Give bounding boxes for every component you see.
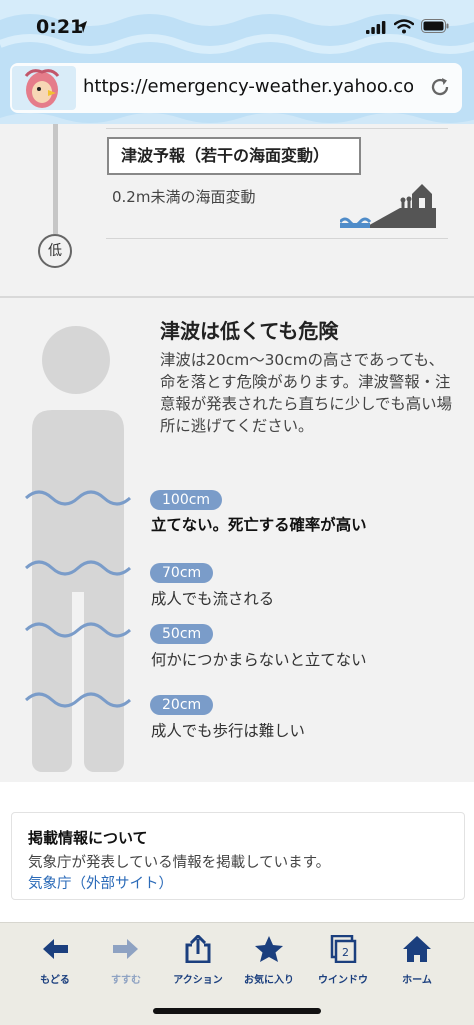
home-button[interactable]: ホーム xyxy=(377,935,457,986)
star-icon xyxy=(255,936,283,962)
back-arrow-icon xyxy=(43,939,68,959)
height-badge: 100cm xyxy=(150,490,223,510)
tsunami-level-section: 津波予報（若干の海面変動） 0.2m未満の海面変動 低 xyxy=(0,124,474,296)
cellular-signal-icon xyxy=(366,21,386,34)
height-badge: 20cm xyxy=(150,695,214,715)
forecast-category-box: 津波予報（若干の海面変動） xyxy=(107,137,361,175)
height-effect-label: 立てない。死亡する確率が高い xyxy=(151,516,367,534)
forward-label: すすむ xyxy=(111,975,141,986)
height-effect-label: 成人でも歩行は難しい xyxy=(151,722,305,740)
battery-icon xyxy=(421,19,449,33)
url-text[interactable]: https://emergency-weather.yahoo.co.jp... xyxy=(83,76,413,97)
browser-header: 0:21 https://emergency-weather.yahoo.co xyxy=(0,0,474,124)
action-label: アクション xyxy=(173,975,223,986)
low-level-marker: 低 xyxy=(38,234,72,268)
divider-line xyxy=(106,238,448,239)
favorite-label: お気に入り xyxy=(244,975,294,986)
wave-icon xyxy=(24,490,132,506)
back-label: もどる xyxy=(40,975,70,986)
forward-button[interactable]: すすむ xyxy=(86,935,166,986)
forward-arrow-icon xyxy=(113,939,138,959)
home-icon xyxy=(403,936,431,962)
wave-icon xyxy=(24,560,132,576)
action-button[interactable]: アクション xyxy=(158,933,238,986)
share-icon xyxy=(185,933,211,964)
favorite-button[interactable]: お気に入り xyxy=(229,935,309,986)
windows-icon: 2 xyxy=(330,934,357,964)
height-effect-label: 何かにつかまらないと立てない xyxy=(151,651,367,669)
house-on-shore-icon xyxy=(340,184,436,228)
reload-icon[interactable] xyxy=(429,76,451,98)
wave-icon xyxy=(24,622,132,638)
home-indicator xyxy=(153,1008,321,1014)
home-label: ホーム xyxy=(402,975,432,986)
window-button[interactable]: 2 ウインドウ xyxy=(303,934,383,986)
forecast-description: 0.2m未満の海面変動 xyxy=(112,188,256,206)
height-effect-label: 成人でも流される xyxy=(151,590,275,608)
tsunami-danger-section: 津波は低くても危険 津波は20cm〜30cmの高さであっても、命を落とす危険があ… xyxy=(0,298,474,782)
height-badge: 50cm xyxy=(150,624,214,644)
source-info-box: 掲載情報について 気象庁が発表している情報を掲載しています。 気象庁（外部サイト… xyxy=(11,812,465,900)
url-bar[interactable]: https://emergency-weather.yahoo.co.jp... xyxy=(10,63,462,113)
source-info-text: 気象庁が発表している情報を掲載しています。 xyxy=(28,855,331,871)
location-arrow-icon xyxy=(77,21,87,33)
height-badge: 70cm xyxy=(150,563,214,583)
amabie-logo-icon xyxy=(12,66,76,110)
window-count: 2 xyxy=(342,946,349,959)
danger-description: 津波は20cm〜30cmの高さであっても、命を落とす危険があります。津波警報・注… xyxy=(160,351,452,435)
divider-line xyxy=(106,128,448,129)
window-label: ウインドウ xyxy=(318,975,368,986)
wifi-icon xyxy=(394,19,414,34)
level-scale-line xyxy=(53,124,58,234)
status-bar: 0:21 xyxy=(0,0,474,58)
back-button[interactable]: もどる xyxy=(15,935,95,986)
source-info-heading: 掲載情報について xyxy=(28,829,148,847)
wave-icon xyxy=(24,692,132,708)
jma-external-link[interactable]: 気象庁（外部サイト） xyxy=(28,872,173,893)
danger-title: 津波は低くても危険 xyxy=(160,319,339,343)
